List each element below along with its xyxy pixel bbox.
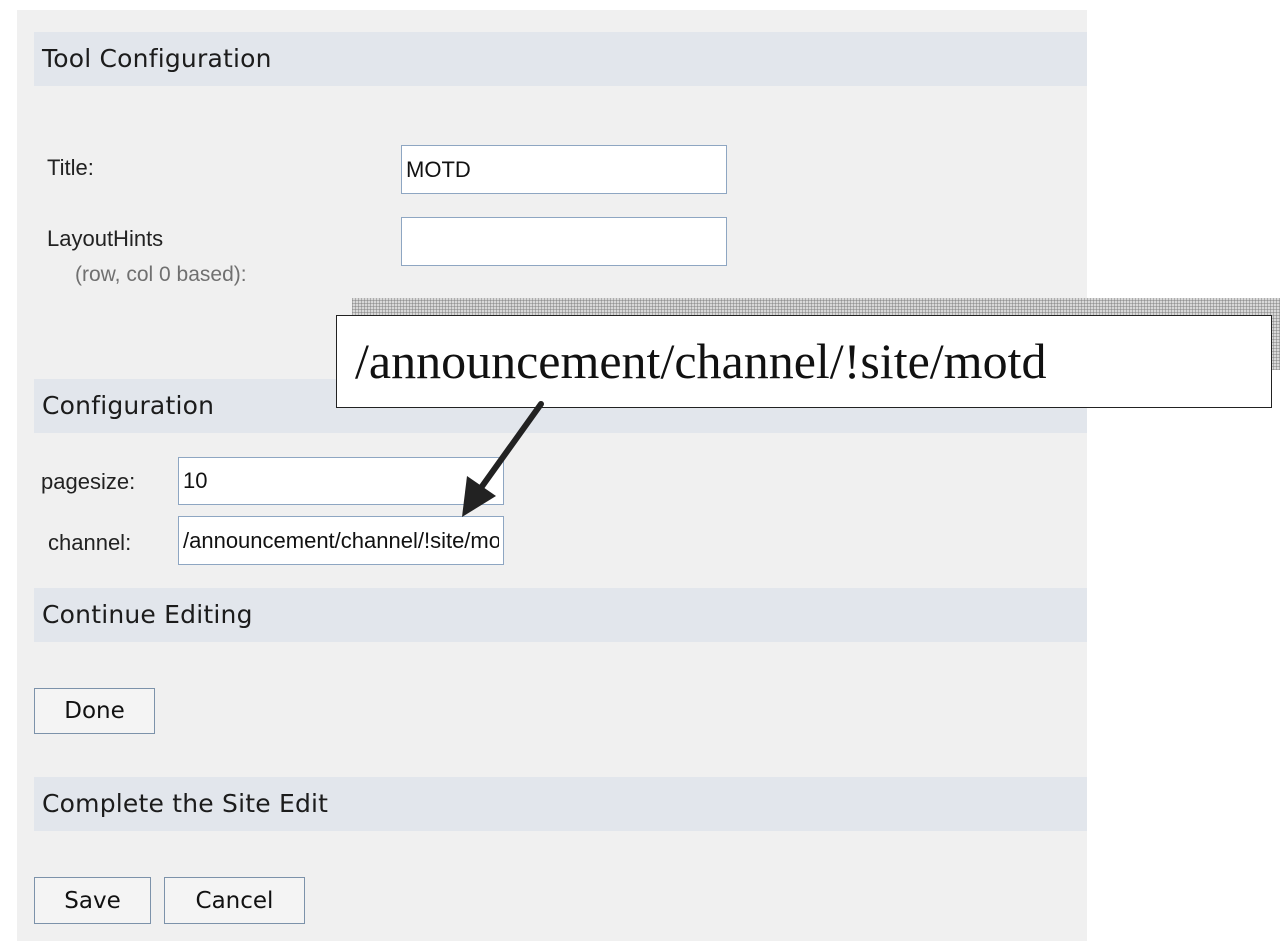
channel-input[interactable] xyxy=(178,516,504,565)
pagesize-input[interactable] xyxy=(178,457,504,505)
save-button[interactable]: Save xyxy=(34,877,151,924)
callout-box: /announcement/channel/!site/motd xyxy=(336,315,1272,408)
layout-hints-label: LayoutHints xyxy=(47,226,164,251)
channel-label: channel: xyxy=(48,530,132,555)
section-header-continue-editing: Continue Editing xyxy=(34,588,1087,642)
done-button[interactable]: Done xyxy=(34,688,155,734)
title-input[interactable] xyxy=(401,145,727,194)
tool-config-panel: Tool Configuration Title: LayoutHints (r… xyxy=(17,10,1087,941)
cancel-button[interactable]: Cancel xyxy=(164,877,305,924)
section-header-tool-configuration: Tool Configuration xyxy=(34,32,1087,86)
title-label: Title: xyxy=(47,155,94,180)
layout-hints-input[interactable] xyxy=(401,217,727,266)
section-header-complete-site-edit: Complete the Site Edit xyxy=(34,777,1087,831)
layout-hints-sublabel: (row, col 0 based): xyxy=(75,263,247,286)
pagesize-label: pagesize: xyxy=(41,469,136,494)
